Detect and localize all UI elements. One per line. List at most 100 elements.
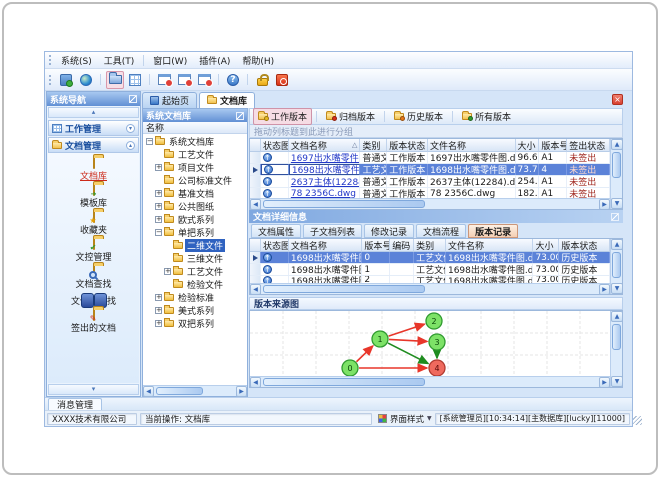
vertical-scrollbar[interactable] <box>610 311 623 387</box>
nav-section-document[interactable]: 文档管理 <box>48 137 139 153</box>
scroll-right-button[interactable] <box>236 386 247 397</box>
tab-document-library[interactable]: 文档库 <box>199 92 256 108</box>
tree-node-6[interactable]: + 欧式系列 <box>143 213 247 226</box>
tab-version-record[interactable]: 版本记录 <box>468 224 519 238</box>
column-header-1[interactable]: 文档名称 △ <box>288 139 361 152</box>
expand-icon[interactable]: + <box>155 294 162 301</box>
column-header-0[interactable]: 状态图 <box>261 239 289 252</box>
group-by-bar[interactable]: 拖动列标题到此进行分组 <box>249 125 623 138</box>
tree-column-header[interactable]: 名称 <box>143 122 247 134</box>
scroll-up-button[interactable] <box>611 311 623 322</box>
tree-node-12[interactable]: + 检验标准 <box>143 291 247 304</box>
nav-section-work[interactable]: 工作管理 <box>48 120 139 136</box>
chevron-down-icon[interactable] <box>126 123 135 133</box>
tree-node-14[interactable]: + 双把系列 <box>143 317 247 330</box>
tree-node-9[interactable]: 三维文件 <box>143 252 247 265</box>
column-header-3[interactable]: 版本状态 <box>387 139 429 152</box>
sidebar-item-0[interactable]: 文档库 <box>50 157 138 182</box>
globe-icon[interactable] <box>77 71 95 89</box>
menu-item[interactable]: 窗口(W) <box>147 52 193 69</box>
help-icon[interactable] <box>224 71 242 89</box>
scroll-thumb[interactable] <box>612 252 621 278</box>
grid-icon[interactable] <box>126 71 144 89</box>
pin-icon[interactable] <box>236 111 244 120</box>
scroll-thumb[interactable] <box>263 285 425 293</box>
menu-item[interactable]: 帮助(H) <box>236 52 280 69</box>
column-header-5[interactable]: 大小 <box>515 139 540 152</box>
tab-start-page[interactable]: 起始页 <box>142 92 198 108</box>
table-row[interactable]: 1698出水嘴零件图.dwg0工艺文件1698出水嘴零件图.dwg73.00KB… <box>250 252 611 264</box>
tree-node-7[interactable]: − 单把系列 <box>143 226 247 239</box>
column-header-0[interactable]: 状态图 <box>261 139 289 152</box>
version-filter-button-1[interactable]: 归档版本 <box>321 108 380 125</box>
expand-icon[interactable]: + <box>155 320 162 327</box>
tab-subdocument-list[interactable]: 子文档列表 <box>303 224 363 238</box>
scroll-left-button[interactable] <box>143 386 154 397</box>
tree-node-5[interactable]: + 公共图纸 <box>143 200 247 213</box>
scroll-thumb[interactable] <box>263 378 425 386</box>
sidebar-item-4[interactable]: 文档查找 <box>50 265 138 290</box>
tab-document-flow[interactable]: 文档流程 <box>416 224 467 238</box>
menu-item[interactable]: 系统(S) <box>55 52 98 69</box>
scroll-up-button[interactable] <box>611 139 622 150</box>
scroll-right-button[interactable] <box>599 377 610 388</box>
horizontal-scrollbar[interactable] <box>250 198 610 209</box>
version-filter-button-3[interactable]: 所有版本 <box>457 108 516 125</box>
tab-modification-record[interactable]: 修改记录 <box>364 224 415 238</box>
vertical-scrollbar[interactable] <box>610 239 622 294</box>
tree-node-1[interactable]: 工艺文件 <box>143 148 247 161</box>
column-header-2[interactable]: 类别 <box>360 139 388 152</box>
window-copy-icon[interactable] <box>175 71 193 89</box>
scroll-right-button[interactable] <box>599 284 610 294</box>
window-close-icon[interactable] <box>195 71 213 89</box>
horizontal-scrollbar[interactable] <box>250 283 610 294</box>
vertical-scrollbar[interactable] <box>610 139 622 209</box>
expand-icon[interactable]: + <box>155 164 162 171</box>
monitor-icon[interactable] <box>57 71 75 89</box>
table-row[interactable]: 1698出水嘴零件图.dwg1工艺文件1698出水嘴零件图.dwg73.00KB… <box>250 264 611 276</box>
scroll-up-button[interactable] <box>611 239 622 250</box>
tree-node-11[interactable]: 检验文件 <box>143 278 247 291</box>
table-row[interactable]: 1697出水嘴零件图.dwg普通文档工作版本1697出水嘴零件图.dwg96.6… <box>250 152 610 164</box>
sidebar-item-5[interactable]: 文件夹查找 <box>50 293 138 307</box>
column-header-7[interactable]: 版本状态 <box>559 239 611 252</box>
scroll-left-button[interactable] <box>250 199 261 209</box>
pin-icon[interactable] <box>129 95 137 103</box>
sidebar-item-1[interactable]: 模板库 <box>50 184 138 209</box>
version-filter-button-2[interactable]: 历史版本 <box>389 108 448 125</box>
tree-node-3[interactable]: 公司标准文件 <box>143 174 247 187</box>
column-header-4[interactable]: 类别 <box>414 239 446 252</box>
scroll-thumb[interactable] <box>612 152 621 178</box>
column-header-5[interactable]: 文件名称 <box>445 239 534 252</box>
expand-icon[interactable]: + <box>155 190 162 197</box>
nav-scroll-down-button[interactable]: ▾ <box>48 384 139 395</box>
menu-item[interactable]: 插件(A) <box>193 52 236 69</box>
scroll-down-button[interactable] <box>611 376 623 387</box>
tree-node-8[interactable]: 二维文件 <box>143 239 247 252</box>
tree-node-10[interactable]: + 工艺文件 <box>143 265 247 278</box>
nav-scroll-up-button[interactable]: ▴ <box>48 107 139 118</box>
message-management-tab[interactable]: 消息管理 <box>48 398 103 411</box>
window-add-icon[interactable] <box>155 71 173 89</box>
sidebar-item-3[interactable]: 文控管理 <box>50 238 138 263</box>
scroll-thumb[interactable] <box>263 200 425 208</box>
sidebar-item-6[interactable]: 签出的文档 <box>50 309 138 334</box>
expand-icon[interactable]: + <box>155 203 162 210</box>
column-header-7[interactable]: 签出状态 <box>567 139 610 152</box>
version-filter-button-0[interactable]: 工作版本 <box>253 108 313 125</box>
sidebar-item-2[interactable]: 收藏夹 <box>50 211 138 236</box>
close-icon[interactable] <box>612 94 623 105</box>
collapse-icon[interactable]: − <box>146 138 153 145</box>
horizontal-scrollbar[interactable] <box>250 376 610 388</box>
tree-node-2[interactable]: + 项目文件 <box>143 161 247 174</box>
menu-item[interactable]: 工具(T) <box>98 52 141 69</box>
expand-icon[interactable]: + <box>155 216 162 223</box>
scroll-down-button[interactable] <box>611 283 622 294</box>
tree-node-13[interactable]: + 美式系列 <box>143 304 247 317</box>
power-icon[interactable] <box>273 71 291 89</box>
column-header-3[interactable]: 编码 <box>390 239 415 252</box>
collapse-icon[interactable]: − <box>155 229 162 236</box>
scroll-right-button[interactable] <box>599 199 610 209</box>
interface-style-button[interactable]: 界面样式 ▼ <box>378 413 432 425</box>
tree-node-4[interactable]: + 基准文档 <box>143 187 247 200</box>
